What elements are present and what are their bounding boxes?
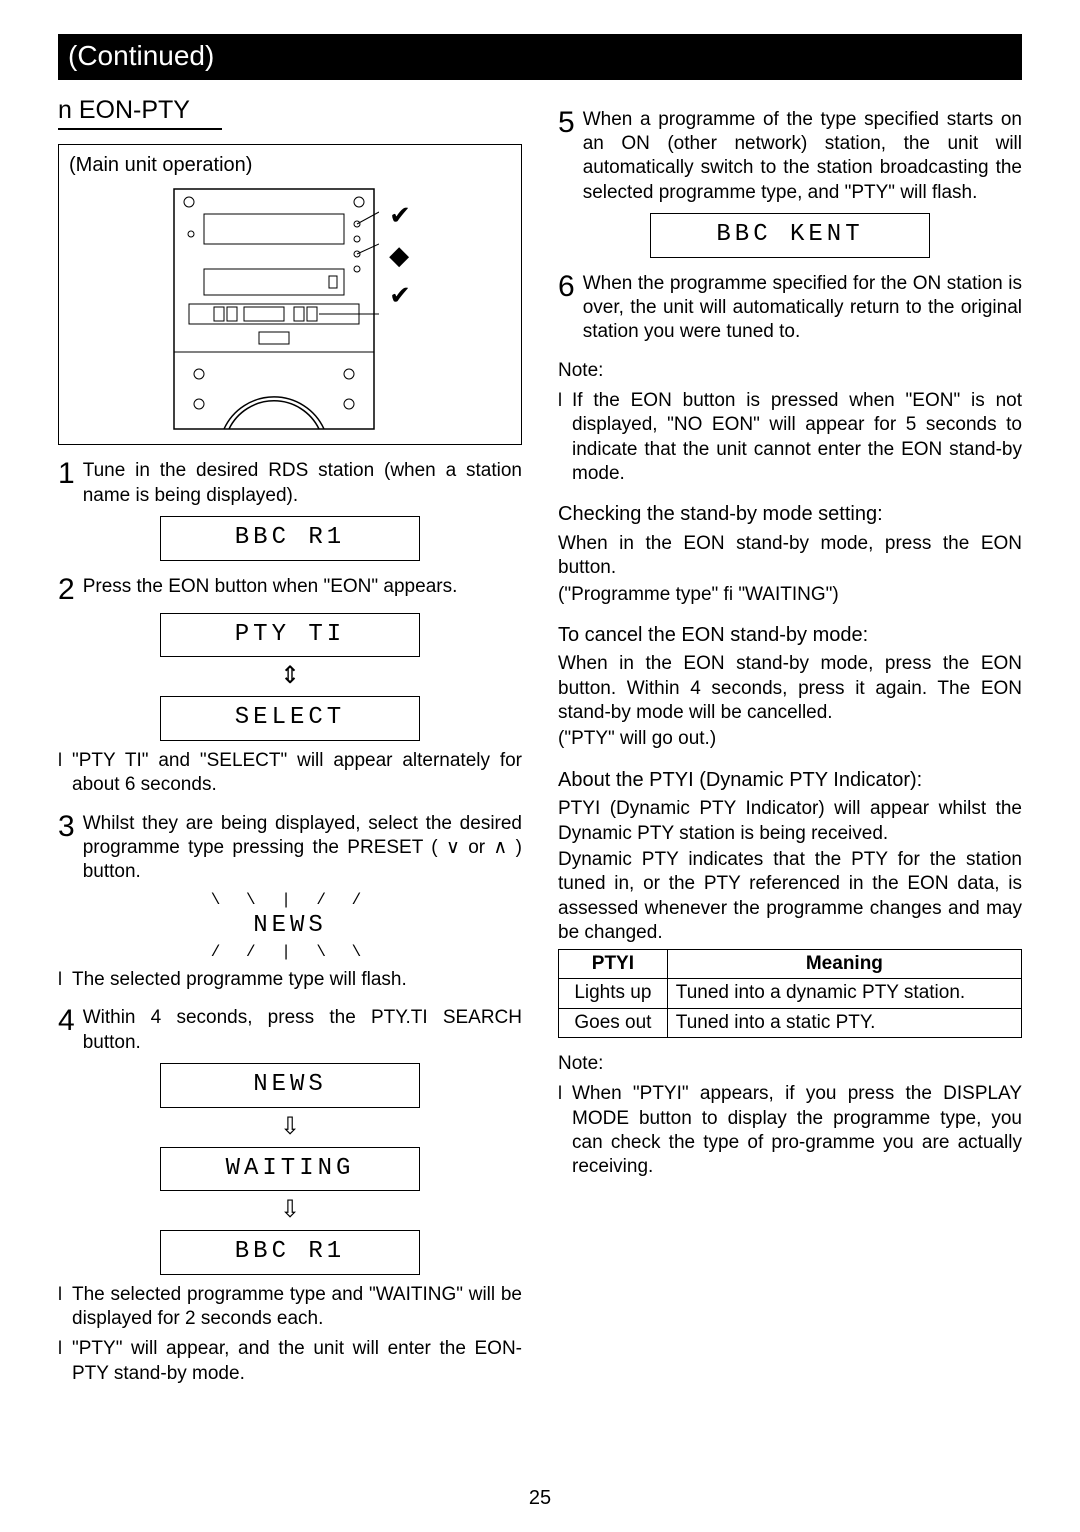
bullet-text: The selected programme type will flash. (72, 968, 407, 992)
step-text: Within 4 seconds, press the PTY.TI SEARC… (83, 1006, 522, 1055)
bullet-step4a: l The selected programme type and "WAITI… (58, 1283, 522, 1332)
display-news: NEWS (160, 1063, 420, 1108)
title-underline (58, 128, 222, 130)
display-bbc-r1: BBC R1 (160, 516, 420, 561)
th-meaning: Meaning (667, 950, 1021, 979)
cancel-p2: ("PTY" will go out.) (558, 727, 1022, 751)
callout-markers: ✔ ◆ ✔ (389, 184, 411, 308)
banner-continued: (Continued) (58, 34, 1022, 80)
step-number: 5 (558, 108, 575, 138)
flash-marks: \ \ | / / (200, 890, 380, 910)
ptyi-p1: PTYI (Dynamic PTY Indicator) will appear… (558, 797, 1022, 846)
note1-bullet: l If the EON button is pressed when "EON… (558, 389, 1022, 486)
step-number: 4 (58, 1006, 75, 1036)
cell-goes-out: Goes out (559, 1008, 668, 1037)
bullet-marker: l (58, 749, 62, 798)
step-text: When a programme of the type specified s… (583, 108, 1022, 205)
step-text: When the programme specified for the ON … (583, 272, 1022, 345)
step-2: 2 Press the EON button when "EON" appear… (58, 575, 522, 605)
note-label: Note: (558, 1052, 1022, 1076)
step-6: 6 When the programme specified for the O… (558, 272, 1022, 345)
display-bbc-r1: BBC R1 (160, 1230, 420, 1275)
bullet-text: "PTY" will appear, and the unit will ent… (72, 1337, 522, 1386)
ptyi-heading: About the PTYI (Dynamic PTY Indicator): (558, 768, 1022, 794)
step-3: 3 Whilst they are being displayed, selec… (58, 812, 522, 885)
check-icon: ✔ (389, 202, 411, 228)
step-text: Press the EON button when "EON" appears. (83, 575, 458, 599)
illustration-caption: (Main unit operation) (69, 153, 511, 179)
display-bbc-kent: BBC KENT (650, 213, 930, 258)
step-text: Whilst they are being displayed, select … (83, 812, 522, 885)
right-column: 5 When a programme of the type specified… (558, 94, 1022, 1392)
cell-meaning: Tuned into a static PTY. (667, 1008, 1021, 1037)
step-number: 3 (58, 812, 75, 842)
bullet-marker: l (58, 1283, 62, 1332)
table-row: Lights up Tuned into a dynamic PTY stati… (559, 979, 1022, 1008)
step-1: 1 Tune in the desired RDS station (when … (58, 459, 522, 508)
step-4: 4 Within 4 seconds, press the PTY.TI SEA… (58, 1006, 522, 1055)
step-number: 6 (558, 272, 575, 302)
step-text: Tune in the desired RDS station (when a … (83, 459, 522, 508)
flash-marks: / / | \ \ (200, 942, 380, 962)
note1-text: If the EON button is pressed when "EON" … (572, 389, 1022, 486)
note2-bullet: l When "PTYI" appears, if you press the … (558, 1082, 1022, 1179)
checking-p1: When in the EON stand-by mode, press the… (558, 532, 1022, 581)
display-news: NEWS (200, 911, 380, 942)
bullet-marker: l (58, 968, 62, 992)
table-row: Goes out Tuned into a static PTY. (559, 1008, 1022, 1037)
bullet-marker: l (558, 1082, 562, 1179)
cell-meaning: Tuned into a dynamic PTY station. (667, 979, 1021, 1008)
bullet-marker: l (558, 389, 562, 486)
page: (Continued) n EON-PTY (Main unit operati… (0, 0, 1080, 1532)
step-5: 5 When a programme of the type specified… (558, 108, 1022, 205)
checking-p2: ("Programme type" fi "WAITING") (558, 583, 1022, 607)
left-column: n EON-PTY (Main unit operation) (58, 94, 522, 1392)
bullet-step2: l "PTY TI" and "SELECT" will appear alte… (58, 749, 522, 798)
checking-heading: Checking the stand-by mode setting: (558, 502, 1022, 528)
display-stack-news-waiting-bbc: NEWS ⇩ WAITING ⇩ BBC R1 (160, 1063, 420, 1275)
cancel-p1: When in the EON stand-by mode, press the… (558, 652, 1022, 725)
page-number: 25 (0, 1486, 1080, 1512)
two-column-layout: n EON-PTY (Main unit operation) (58, 94, 1022, 1392)
section-title: n EON-PTY (58, 94, 522, 126)
display-pty-ti: PTY TI (160, 613, 420, 658)
ptyi-table: PTYI Meaning Lights up Tuned into a dyna… (558, 949, 1022, 1038)
arrow-down-icon: ⇩ (160, 1191, 420, 1230)
check-icon: ✔ (389, 282, 411, 308)
display-waiting: WAITING (160, 1147, 420, 1192)
arrow-down-icon: ⇩ (160, 1108, 420, 1147)
note-label: Note: (558, 359, 1022, 383)
ptyi-p2: Dynamic PTY indicates that the PTY for t… (558, 848, 1022, 945)
bullet-step4b: l "PTY" will appear, and the unit will e… (58, 1337, 522, 1386)
bullet-step3: l The selected programme type will flash… (58, 968, 522, 992)
note2-text: When "PTYI" appears, if you press the DI… (572, 1082, 1022, 1179)
bullet-text: The selected programme type and "WAITING… (72, 1283, 522, 1332)
display-stack-pty-select: PTY TI ⇕ SELECT (160, 613, 420, 741)
device-illustration-box: (Main unit operation) (58, 144, 522, 446)
bullet-marker: l (58, 1337, 62, 1386)
arrow-updown-icon: ⇕ (160, 657, 420, 696)
th-ptyi: PTYI (559, 950, 668, 979)
cancel-heading: To cancel the EON stand-by mode: (558, 623, 1022, 649)
diamond-icon: ◆ (389, 242, 411, 268)
cell-lights-up: Lights up (559, 979, 668, 1008)
table-row: PTYI Meaning (559, 950, 1022, 979)
main-unit-drawing (169, 184, 379, 434)
step-number: 2 (58, 575, 75, 605)
step-number: 1 (58, 459, 75, 489)
bullet-text: "PTY TI" and "SELECT" will appear altern… (72, 749, 522, 798)
display-news-flashing: \ \ | / / NEWS / / | \ \ (200, 890, 380, 962)
display-select: SELECT (160, 696, 420, 741)
